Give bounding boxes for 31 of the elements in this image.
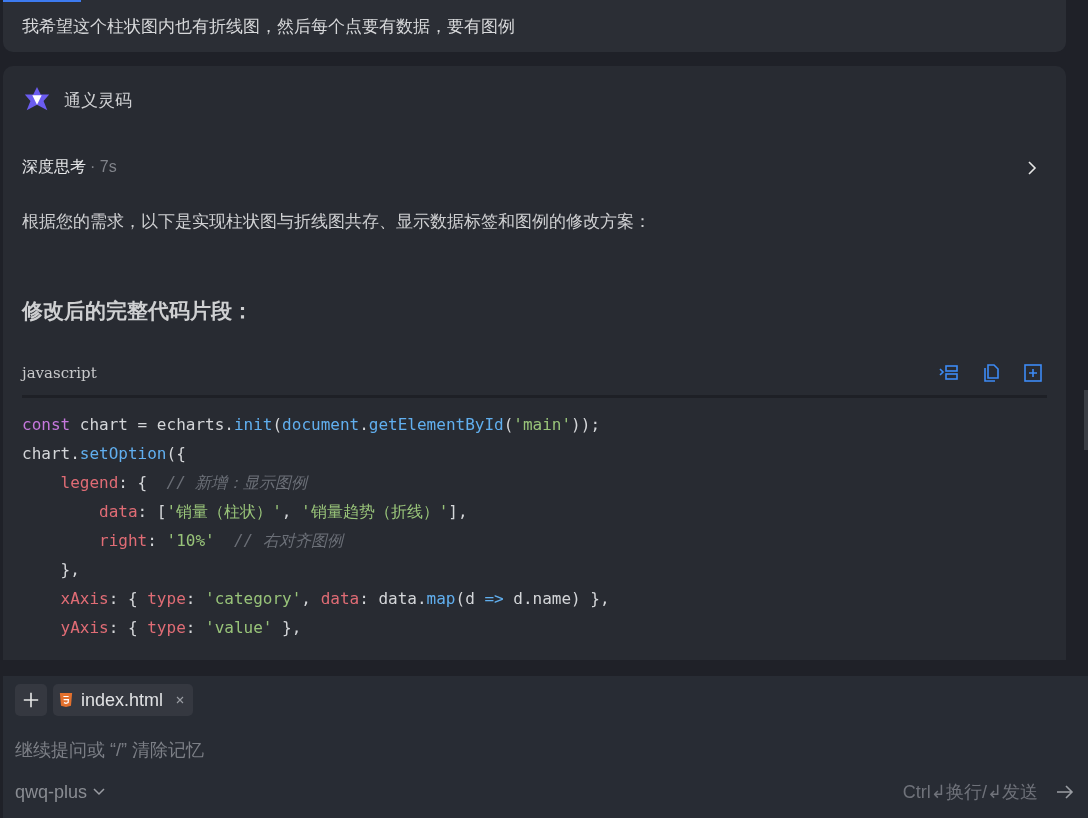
insert-icon[interactable] xyxy=(939,363,959,383)
code-language: javascript xyxy=(22,364,97,382)
shortcut-hint: Ctrl↲换行/↲发送 xyxy=(902,781,1038,804)
close-icon[interactable] xyxy=(175,695,186,705)
code-line: xAxis: { type: 'category', data: data.map(d => d.name) }, xyxy=(59,588,610,610)
code-line: yAxis: { type: 'value' }, xyxy=(59,617,302,639)
model-selector[interactable]: qwq-plus xyxy=(15,781,106,803)
answer-heading: 修改后的完整代码片段： xyxy=(22,298,254,324)
code-line: legend: { // 新增：显示图例 xyxy=(59,472,308,494)
caret-icon xyxy=(93,788,106,796)
assistant-name: 通义灵码 xyxy=(64,89,132,112)
code-line: right: '10%' // 右对齐图例 xyxy=(98,530,343,552)
prompt-field[interactable]: 继续提问或 “/” 清除记忆 xyxy=(15,736,1076,764)
file-chip[interactable]: index.html xyxy=(53,684,194,716)
add-context-button[interactable] xyxy=(15,684,47,716)
chevron-icon xyxy=(1027,160,1037,175)
plus-icon xyxy=(22,691,40,709)
send-icon[interactable] xyxy=(1056,785,1074,799)
thinking-toggle[interactable]: 深度思考 · 7s xyxy=(22,157,1047,178)
copy-icon[interactable] xyxy=(981,363,1001,383)
answer-text: 根据您的需求，以下是实现柱状图与折线图共存、显示数据标签和图例的修改方案： xyxy=(22,211,652,233)
thinking-duration: · 7s xyxy=(90,158,117,176)
code-line: chart.setOption({ xyxy=(22,443,186,465)
file-name: index.html xyxy=(81,689,164,711)
user-message: 我希望这个柱状图内也有折线图，然后每个点要有数据，要有图例 xyxy=(22,15,515,38)
thinking-label: 深度思考 xyxy=(22,157,86,177)
code-line: data: ['销量（柱状）', '销量趋势（折线）'], xyxy=(98,501,468,523)
code-line: }, xyxy=(59,559,80,581)
code-line: const chart = echarts.init(document.getElementById('main')); xyxy=(22,414,600,436)
new-file-icon[interactable] xyxy=(1023,363,1043,383)
html-file-icon xyxy=(59,692,73,708)
